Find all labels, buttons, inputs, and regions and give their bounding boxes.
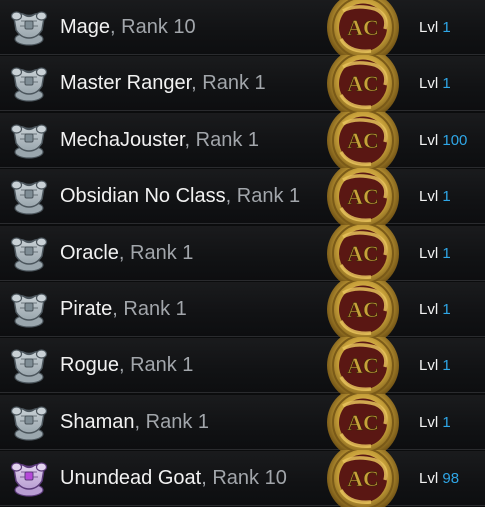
armor-chest-icon [7, 118, 51, 162]
armor-chest-icon [7, 174, 51, 218]
class-rank: , Rank 10 [201, 467, 287, 490]
armor-chest-icon [7, 400, 51, 444]
class-name: Mage [60, 16, 111, 38]
ac-coin-icon[interactable]: AC [315, 168, 411, 226]
class-row[interactable]: Rogue, Rank 1 AC Lvl 1 [0, 337, 485, 395]
class-rank: , Rank 1 [191, 72, 266, 95]
armor-chest-icon [7, 5, 51, 49]
class-rank: , Rank 1 [118, 241, 194, 264]
class-title: Unundead Goat, Rank 10 [60, 451, 287, 506]
ac-coin-icon[interactable]: AC [315, 111, 411, 169]
svg-text:AC: AC [347, 410, 379, 435]
svg-text:AC: AC [347, 128, 379, 153]
class-title: Obsidian No Class, Rank 1 [60, 169, 300, 224]
class-level: Lvl 1 [419, 188, 451, 206]
class-title: Oracle, Rank 1 [60, 226, 193, 281]
class-title: Pirate, Rank 1 [60, 282, 187, 337]
ac-coin-icon[interactable]: AC [315, 450, 411, 507]
svg-text:AC: AC [347, 184, 379, 209]
class-title: MechaJouster, Rank 1 [60, 113, 259, 168]
class-rank: , Rank 1 [225, 185, 301, 208]
class-row[interactable]: Obsidian No Class, Rank 1 AC Lvl 1 [0, 168, 485, 226]
class-title: Shaman, Rank 1 [60, 395, 209, 450]
class-name: Rogue [60, 354, 119, 377]
svg-text:AC: AC [347, 297, 379, 322]
class-rank: , Rank 1 [112, 297, 187, 320]
ac-coin-icon[interactable]: AC [315, 55, 411, 113]
svg-text:AC: AC [347, 15, 379, 40]
svg-text:AC: AC [347, 241, 379, 266]
class-row[interactable]: Mage, Rank 10 AC Lvl 1 [0, 0, 485, 56]
armor-chest-icon [7, 343, 51, 387]
class-title: Mage, Rank 10 [60, 0, 196, 55]
class-level: Lvl 1 [419, 75, 451, 93]
ac-coin-icon[interactable]: AC [315, 337, 411, 395]
class-level: Lvl 1 [419, 413, 451, 431]
class-rank: , Rank 10 [110, 16, 196, 38]
class-level: Lvl 98 [419, 470, 460, 488]
class-name: MechaJouster [60, 128, 185, 151]
class-row[interactable]: Shaman, Rank 1 AC Lvl 1 [0, 393, 485, 451]
ac-coin-icon[interactable]: AC [315, 280, 411, 338]
class-row[interactable]: Oracle, Rank 1 AC Lvl 1 [0, 224, 485, 282]
class-name: Shaman [60, 410, 135, 433]
class-level: Lvl 1 [419, 244, 451, 262]
svg-text:AC: AC [347, 71, 379, 96]
armor-chest-icon [7, 287, 51, 331]
svg-text:AC: AC [347, 466, 379, 491]
svg-text:AC: AC [347, 353, 379, 378]
class-level: Lvl 1 [419, 300, 451, 318]
class-level: Lvl 1 [419, 357, 451, 375]
class-name: Oracle [60, 241, 119, 264]
class-row[interactable]: Pirate, Rank 1 AC Lvl 1 [0, 280, 485, 338]
class-name: Pirate [60, 297, 113, 320]
class-name: Obsidian No Class [60, 185, 226, 208]
class-rank: , Rank 1 [184, 128, 260, 151]
class-row[interactable]: Unundead Goat, Rank 10 AC Lvl 98 [0, 450, 485, 507]
ac-coin-icon[interactable]: AC [315, 393, 411, 451]
armor-chest-icon [7, 61, 51, 105]
class-rank: , Rank 1 [118, 354, 194, 377]
class-title: Rogue, Rank 1 [60, 338, 193, 393]
class-row[interactable]: MechaJouster, Rank 1 AC Lvl 100 [0, 111, 485, 169]
ac-coin-icon[interactable]: AC [315, 224, 411, 282]
class-row[interactable]: Master Ranger, Rank 1 AC Lvl 1 [0, 55, 485, 113]
ac-coin-icon[interactable]: AC [315, 0, 411, 56]
class-level: Lvl 1 [419, 19, 451, 36]
armor-chest-icon [7, 231, 51, 275]
armor-chest-icon [7, 456, 51, 500]
class-name: Unundead Goat [60, 467, 202, 490]
class-title: Master Ranger, Rank 1 [60, 56, 266, 111]
class-level: Lvl 100 [419, 131, 468, 149]
class-rank: , Rank 1 [134, 410, 210, 433]
class-list: Mage, Rank 10 AC Lvl 1 Master Ranger, Ra… [0, 0, 485, 507]
class-name: Master Ranger [60, 72, 192, 95]
